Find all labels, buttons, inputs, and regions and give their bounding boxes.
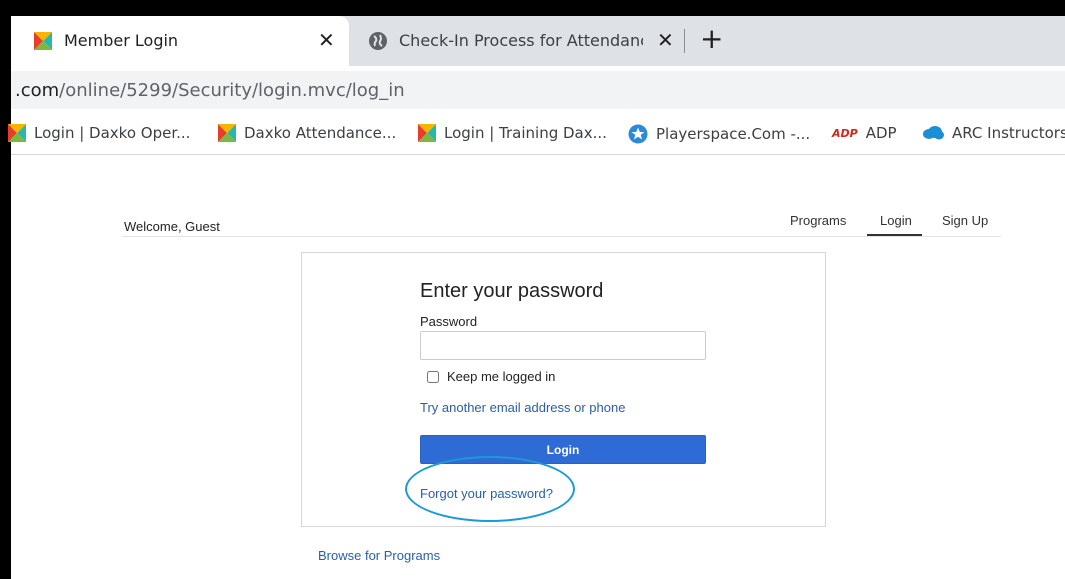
bookmark-login-daxko-oper[interactable]: Login | Daxko Oper... — [8, 124, 190, 142]
daxko-icon — [34, 32, 52, 50]
bookmark-arc-instructors[interactable]: ARC Instructors — [922, 124, 1065, 142]
tab-separator — [684, 29, 685, 53]
bookmark-daxko-attendance[interactable]: Daxko Attendance... — [218, 124, 396, 142]
nav-active-indicator — [867, 234, 922, 236]
tab-close-icon[interactable]: ✕ — [657, 28, 674, 52]
screen-frame-left — [0, 0, 11, 579]
nav-signup-link[interactable]: Sign Up — [942, 213, 988, 228]
cloud-icon — [922, 125, 944, 141]
bookmark-label: Login | Daxko Oper... — [34, 124, 191, 142]
bookmark-label: Daxko Attendance... — [244, 124, 397, 142]
tab-title: Check-In Process for Attendance — [399, 31, 643, 50]
adp-icon: ADP — [832, 126, 858, 140]
url-host: .com — [15, 80, 60, 101]
bookmark-label: Login | Training Dax... — [444, 124, 607, 142]
nav-divider — [122, 236, 1001, 237]
address-url[interactable]: .com/online/5299/Security/login.mvc/log_… — [15, 80, 405, 101]
bookmark-label: ADP — [865, 124, 897, 142]
url-path: /online/5299/Security/login.mvc/log_in — [59, 80, 405, 101]
nav-login-link[interactable]: Login — [880, 213, 912, 228]
tab-title: Member Login — [64, 31, 179, 50]
daxko-icon — [8, 124, 26, 142]
tab-check-in-process[interactable]: Check-In Process for Attendance ✕ — [350, 16, 680, 66]
try-another-email-link[interactable]: Try another email address or phone — [420, 400, 625, 415]
daxko-icon — [218, 124, 236, 142]
keep-logged-in-checkbox[interactable] — [427, 370, 439, 383]
new-tab-button[interactable]: + — [700, 22, 723, 55]
screen-frame-top — [0, 0, 1065, 16]
password-input[interactable] — [420, 331, 706, 360]
tab-close-icon[interactable]: ✕ — [318, 28, 335, 52]
welcome-text: Welcome, Guest — [124, 219, 220, 234]
bookmark-label: ARC Instructors — [952, 124, 1065, 142]
bookmark-playerspace[interactable]: Playerspace.Com -... — [628, 124, 810, 144]
browse-programs-link[interactable]: Browse for Programs — [318, 548, 440, 563]
daxko-icon — [418, 124, 436, 142]
bookmark-adp[interactable]: ADP ADP — [832, 124, 897, 142]
globe-icon — [368, 31, 388, 51]
form-title: Enter your password — [420, 280, 604, 302]
keep-logged-in-label: Keep me logged in — [447, 369, 556, 384]
nav-programs-link[interactable]: Programs — [790, 213, 846, 228]
bookmark-login-training-daxko[interactable]: Login | Training Dax... — [418, 124, 607, 142]
tab-member-login[interactable]: Member Login ✕ — [11, 16, 349, 66]
playerspace-icon — [628, 124, 648, 144]
keep-logged-in-row[interactable]: Keep me logged in — [427, 369, 555, 384]
highlight-annotation-circle — [405, 456, 575, 522]
password-label: Password — [420, 314, 478, 329]
bookmark-label: Playerspace.Com -... — [656, 125, 811, 143]
